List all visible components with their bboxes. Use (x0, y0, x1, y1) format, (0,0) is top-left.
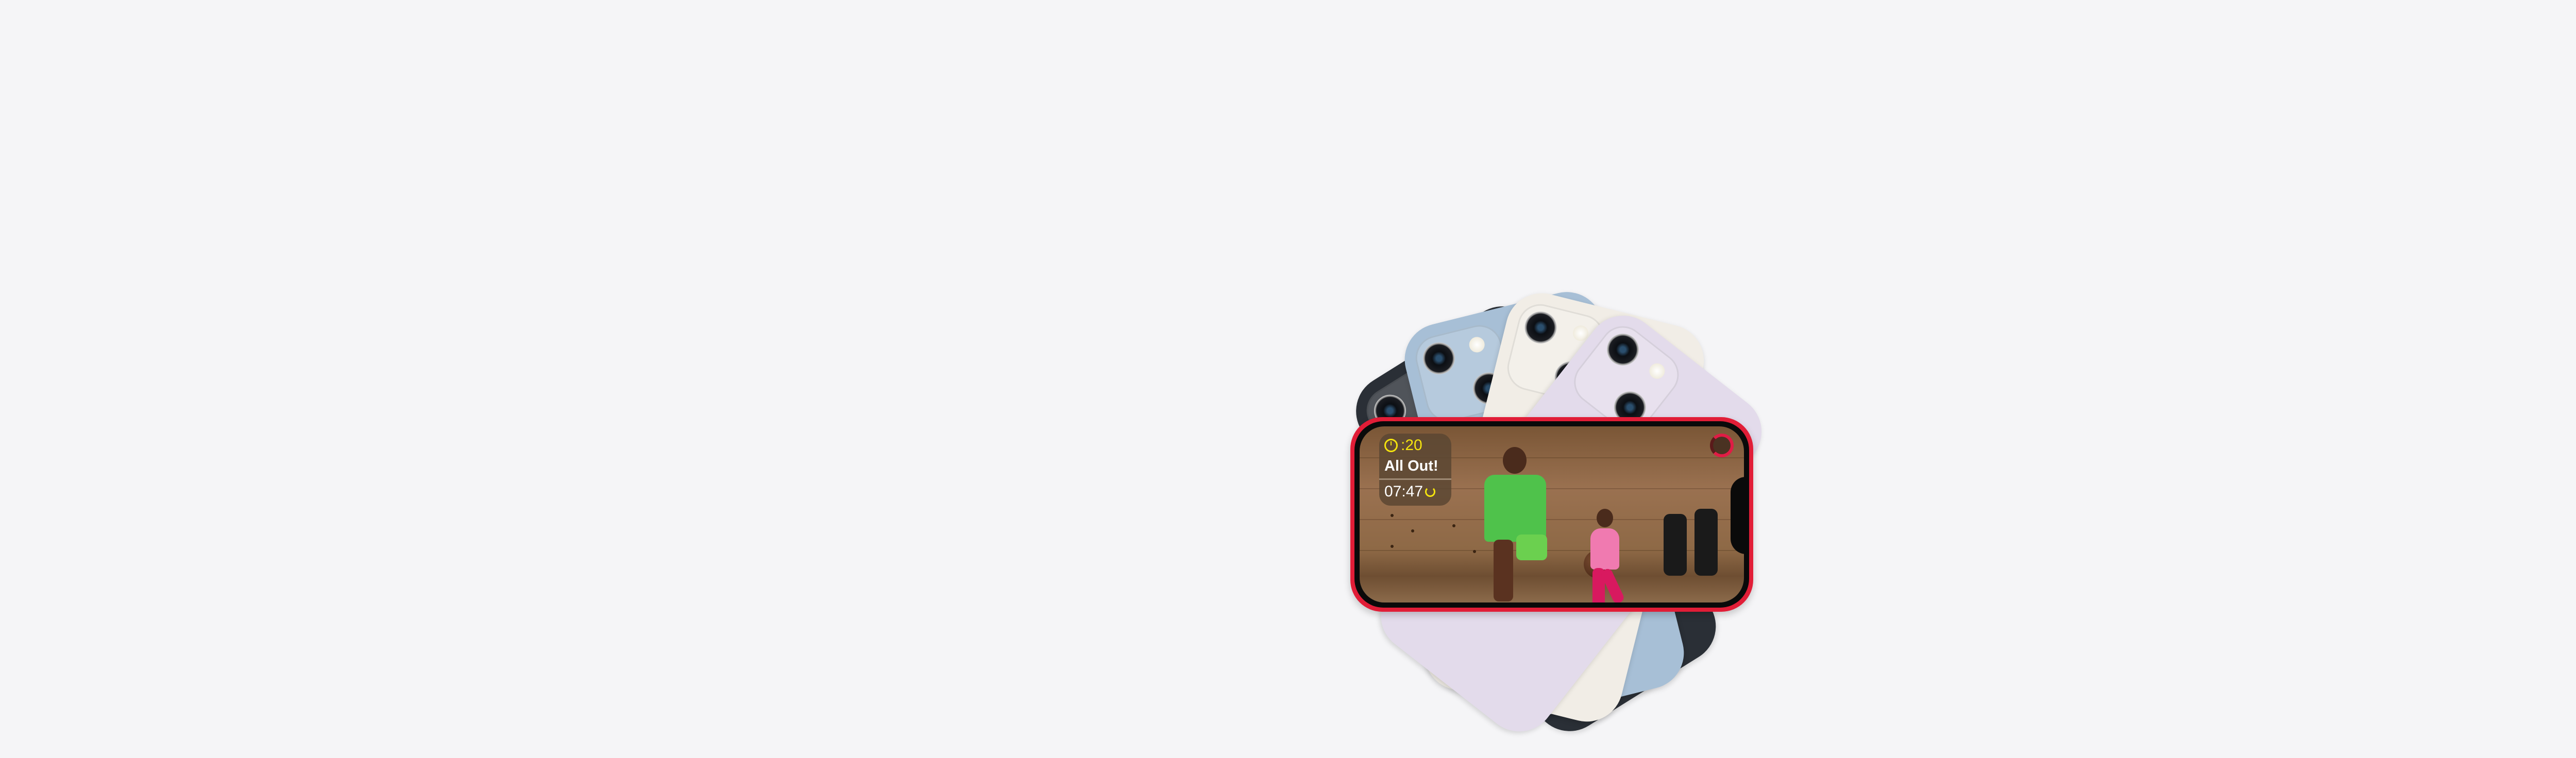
flash-icon (1467, 335, 1486, 354)
iphone-color-fan (0, 0, 2576, 758)
elapsed-time: 07:47 (1384, 483, 1423, 500)
rowing-machine (1694, 509, 1718, 576)
flash-icon (1646, 360, 1668, 382)
dynamic-island (1731, 477, 1749, 554)
interval-timer: :20 (1401, 437, 1422, 454)
iphone-front-red: :20 All Out! 07:47 (1350, 417, 1753, 612)
progress-ring-icon (1425, 487, 1436, 497)
timer-icon (1384, 439, 1398, 452)
workout-metrics-overlay: :20 All Out! 07:47 (1379, 434, 1451, 506)
activity-ring-icon (1710, 434, 1734, 457)
phone-bezel: :20 All Out! 07:47 (1354, 421, 1749, 608)
rowing-machine (1664, 514, 1687, 576)
camera-lens-icon (1419, 339, 1459, 378)
overlay-divider (1379, 478, 1451, 480)
camera-lens-icon (1521, 308, 1561, 347)
fitness-video-screen: :20 All Out! 07:47 (1360, 426, 1744, 602)
camera-lens-icon (1600, 327, 1646, 372)
interval-title: All Out! (1384, 458, 1438, 474)
